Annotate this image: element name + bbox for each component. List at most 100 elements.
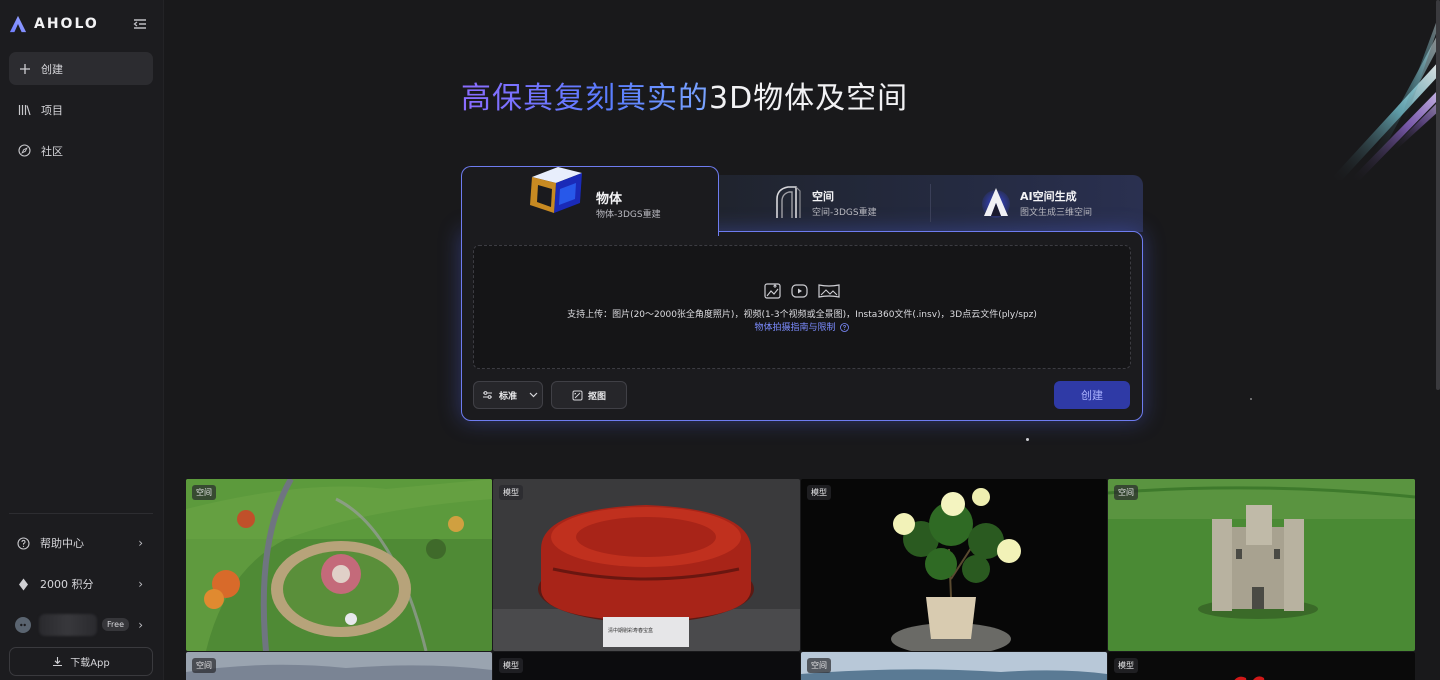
- library-icon: [18, 103, 31, 116]
- gallery-card[interactable]: 空间: [801, 652, 1107, 680]
- ai-generation-icon: [982, 188, 1010, 218]
- card-tag: 空间: [192, 485, 216, 500]
- video-icon: [791, 284, 808, 298]
- star-dot: [1026, 438, 1029, 441]
- star-dot: [1250, 398, 1252, 400]
- card-tag: 模型: [1114, 658, 1138, 673]
- create-label: 创建: [1081, 389, 1103, 402]
- object-cube-icon: [530, 167, 582, 213]
- sidebar-divider: [9, 513, 153, 514]
- tab-divider: [930, 184, 931, 222]
- collapse-sidebar-icon[interactable]: [131, 15, 149, 33]
- points-label: 2000 积分: [40, 578, 94, 591]
- exhibit-label: 清中期剔彩寿春宝盒: [608, 628, 654, 634]
- card-tag: 空间: [1114, 485, 1138, 500]
- tab-ai-space-generation[interactable]: AI空间生成 图文生成三维空间: [982, 183, 1132, 223]
- tab-object-subtitle: 物体-3DGS重建: [596, 210, 661, 220]
- coast-thumbnail: [801, 652, 1107, 680]
- light-streaks-decoration: [1330, 12, 1440, 180]
- sidebar-item-label: 创建: [41, 62, 63, 76]
- plus-icon: [18, 62, 31, 75]
- plan-badge: Free: [102, 618, 129, 631]
- chevron-right-icon: ›: [138, 577, 143, 591]
- download-icon: [53, 657, 63, 667]
- gallery-card[interactable]: 模型: [801, 479, 1107, 651]
- compass-icon: [18, 144, 31, 157]
- cutout-button[interactable]: 抠图: [551, 381, 627, 409]
- gallery-card[interactable]: 模型: [1108, 652, 1415, 680]
- hero-title-rest: 3D物体及空间: [709, 81, 909, 116]
- username-redacted: [39, 614, 97, 636]
- gallery-card[interactable]: 模型 清中期剔彩寿春宝盒: [493, 479, 800, 651]
- gallery-card[interactable]: 空间: [1108, 479, 1415, 651]
- panorama-icon: [818, 284, 840, 298]
- upload-hint: 支持上传：图片(20～2000张全角度照片)，视频(1-3个视频或全景图)，In…: [567, 310, 1037, 320]
- scrollbar[interactable]: [1436, 0, 1440, 390]
- showcase-gallery: 空间 模型 清中期剔彩寿春宝盒 模型 空间 空间 模型 空间 模型: [186, 479, 1415, 680]
- sidebar: AHOLO 创建 项目 社区 帮助中心 › 2000 积分 › Free › 下…: [0, 0, 164, 680]
- sidebar-item-label: 社区: [41, 144, 63, 158]
- park-aerial-thumbnail: [186, 479, 492, 651]
- space-arch-icon: [776, 186, 801, 218]
- quality-label: 标准: [499, 391, 518, 402]
- settings-sliders-icon: [483, 391, 492, 399]
- upload-panel: 支持上传：图片(20～2000张全角度照片)，视频(1-3个视频或全景图)，In…: [461, 231, 1143, 421]
- help-center-item[interactable]: 帮助中心 ›: [9, 528, 153, 558]
- red-lacquer-box-thumbnail: [493, 479, 800, 651]
- castle-aerial-thumbnail: [1108, 479, 1415, 651]
- capture-guide-link[interactable]: 物体拍摄指南与限制: [474, 320, 1130, 333]
- tab-space-subtitle: 空间-3DGS重建: [812, 208, 877, 218]
- card-tag: 模型: [807, 485, 831, 500]
- create-button[interactable]: 创建: [1054, 381, 1130, 409]
- tab-ai-title: AI空间生成: [1020, 190, 1077, 203]
- card-tag: 空间: [192, 658, 216, 673]
- download-app-label: 下载App: [70, 658, 110, 669]
- cutout-label: 抠图: [587, 391, 606, 402]
- landscape-thumbnail: [186, 652, 492, 680]
- app-root: AHOLO 创建 项目 社区 帮助中心 › 2000 积分 › Free › 下…: [0, 0, 1440, 680]
- upload-type-icons: [474, 283, 1130, 299]
- tab-ai-subtitle: 图文生成三维空间: [1020, 208, 1093, 218]
- gallery-card[interactable]: 空间: [186, 652, 492, 680]
- brand-name: AHOLO: [34, 16, 99, 32]
- sidebar-item-label: 项目: [41, 103, 63, 117]
- upload-dropzone[interactable]: 支持上传：图片(20～2000张全角度照片)，视频(1-3个视频或全景图)，In…: [473, 245, 1131, 369]
- tab-space-title: 空间: [812, 190, 834, 203]
- aholo-logo-icon: [9, 15, 27, 33]
- card-tag: 空间: [807, 658, 831, 673]
- sidebar-nav: 创建 项目 社区: [9, 52, 153, 175]
- dark-model-thumbnail: [493, 652, 800, 680]
- help-circle-icon: [17, 536, 30, 550]
- sidebar-item-projects[interactable]: 项目: [9, 93, 153, 126]
- potted-peony-thumbnail: [801, 479, 1107, 651]
- card-tag: 模型: [499, 658, 523, 673]
- avatar: [15, 617, 31, 633]
- quality-select[interactable]: 标准: [473, 381, 543, 409]
- image-upload-icon: [764, 283, 781, 299]
- tab-object-title: 物体: [596, 192, 623, 207]
- question-icon: [840, 323, 850, 332]
- sidebar-item-community[interactable]: 社区: [9, 134, 153, 167]
- help-center-label: 帮助中心: [40, 537, 84, 550]
- gallery-card[interactable]: 空间: [186, 479, 492, 651]
- tab-space[interactable]: 空间 空间-3DGS重建: [774, 183, 924, 223]
- hero-title-highlight: 高保真复刻真实的: [461, 81, 709, 116]
- red-object-thumbnail: [1108, 652, 1415, 680]
- main-content: 高保真复刻真实的3D物体及空间 物体 物体-3DGS重建 空间 空间-3DGS重…: [164, 0, 1440, 680]
- chevron-down-icon: [529, 392, 538, 398]
- sidebar-bottom: 帮助中心 › 2000 积分 › Free ›: [9, 528, 153, 640]
- user-profile[interactable]: Free ›: [9, 610, 153, 640]
- sidebar-item-create[interactable]: 创建: [9, 52, 153, 85]
- capture-guide-label: 物体拍摄指南与限制: [754, 323, 836, 333]
- tab-object[interactable]: 物体 物体-3DGS重建: [461, 166, 719, 236]
- hero-title: 高保真复刻真实的3D物体及空间: [461, 73, 908, 117]
- chevron-right-icon: ›: [138, 618, 143, 632]
- logo[interactable]: AHOLO: [9, 12, 155, 36]
- points-item[interactable]: 2000 积分 ›: [9, 569, 153, 599]
- download-app-button[interactable]: 下载App: [9, 647, 153, 676]
- gallery-card[interactable]: 模型: [493, 652, 800, 680]
- chevron-right-icon: ›: [138, 536, 143, 550]
- cutout-icon: [572, 390, 583, 400]
- diamond-icon: [17, 578, 30, 591]
- card-tag: 模型: [499, 485, 523, 500]
